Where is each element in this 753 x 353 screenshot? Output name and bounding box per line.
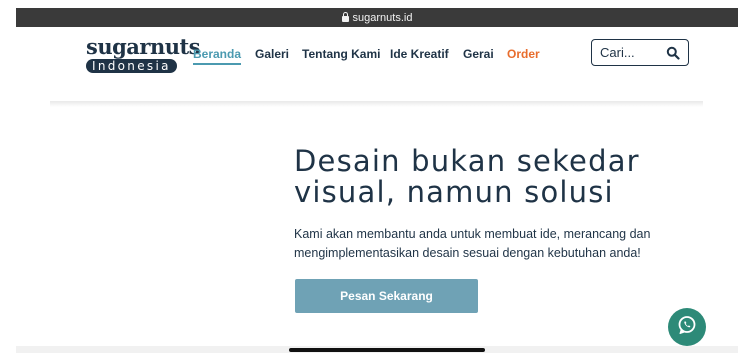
browser-url-bar[interactable]: sugarnuts.id (16, 8, 738, 27)
search-input[interactable] (600, 43, 662, 62)
lock-icon (341, 11, 349, 22)
nav-item-galeri[interactable]: Galeri (255, 47, 289, 61)
site-logo[interactable]: sugarnuts Indonesia (86, 34, 201, 77)
nav-item-ide-kreatif[interactable]: Ide Kreatif (390, 47, 449, 61)
home-indicator[interactable] (289, 348, 485, 352)
nav-item-gerai[interactable]: Gerai (463, 47, 494, 61)
hero-title-line: Desain bukan sekedar (294, 144, 640, 178)
hero-title: Desain bukan sekedar visual, namun solus… (294, 146, 724, 208)
url-text: sugarnuts.id (352, 11, 413, 24)
hero-description: Kami akan membantu anda untuk membuat id… (294, 225, 724, 263)
whatsapp-chat-button[interactable] (668, 308, 706, 346)
logo-wordmark: sugarnuts (86, 34, 201, 59)
nav-item-beranda[interactable]: Beranda (193, 47, 242, 65)
hero-description-line: mengimplementasikan desain sesuai dengan… (294, 246, 641, 260)
hero-title-line: visual, namun solusi (294, 175, 614, 209)
search-box (591, 39, 689, 66)
search-icon[interactable] (666, 46, 680, 60)
logo-subtitle: Indonesia (86, 59, 177, 73)
whatsapp-icon (676, 314, 698, 341)
order-now-button[interactable]: Pesan Sekarang (295, 279, 478, 313)
nav-item-tentang-kami[interactable]: Tentang Kami (302, 47, 380, 61)
hero-description-line: Kami akan membantu anda untuk membuat id… (294, 227, 651, 241)
nav-item-order[interactable]: Order (507, 47, 540, 61)
header-divider (50, 101, 703, 107)
